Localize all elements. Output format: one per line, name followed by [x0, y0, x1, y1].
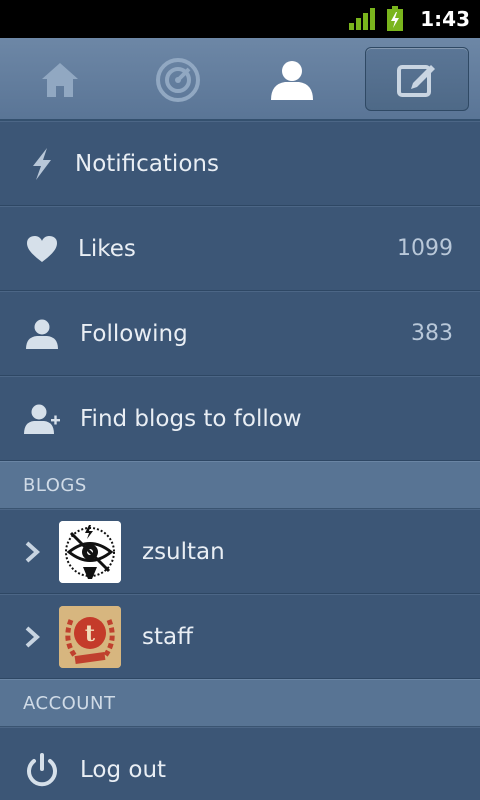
likes-label: Likes: [78, 235, 136, 262]
power-icon: [22, 750, 62, 790]
svg-text:t: t: [85, 621, 96, 647]
blog-item-zsultan[interactable]: zsultan: [0, 509, 480, 594]
battery-icon: [387, 6, 404, 31]
notifications-item[interactable]: Notifications: [0, 121, 480, 206]
add-person-icon: [22, 399, 62, 439]
following-count: 383: [411, 321, 453, 346]
chevron-right-icon[interactable]: [22, 540, 42, 564]
following-item[interactable]: Following 383: [0, 291, 480, 376]
blog-name: staff: [142, 623, 193, 650]
compose-icon: [397, 65, 435, 97]
signal-icon: [349, 8, 376, 30]
tumblr-t-avatar: t: [59, 605, 121, 668]
find-blogs-label: Find blogs to follow: [80, 405, 302, 432]
home-icon: [42, 62, 78, 97]
compose-button[interactable]: [365, 47, 469, 111]
account-section-header: ACCOUNT: [0, 679, 480, 727]
account-icon: [271, 60, 313, 100]
likes-item[interactable]: Likes 1099: [0, 206, 480, 291]
following-label: Following: [80, 320, 188, 347]
lightning-icon: [22, 144, 62, 184]
logout-label: Log out: [80, 756, 167, 783]
home-tab[interactable]: [20, 38, 100, 121]
eye-avatar: [59, 520, 121, 583]
blogs-section-header: BLOGS: [0, 461, 480, 509]
heart-icon: [22, 229, 62, 269]
logout-item[interactable]: Log out: [0, 727, 480, 800]
explore-icon: [156, 57, 200, 102]
account-tab[interactable]: [252, 38, 332, 121]
status-bar: 1:43: [0, 0, 480, 38]
nav-bar: [0, 38, 480, 121]
blog-item-staff[interactable]: t staff: [0, 594, 480, 679]
likes-count: 1099: [397, 236, 453, 261]
menu-list: Notifications Likes 1099 Following 383 F…: [0, 121, 480, 800]
notifications-label: Notifications: [75, 150, 219, 177]
chevron-right-icon[interactable]: [22, 625, 42, 649]
status-time: 1:43: [420, 7, 470, 31]
find-blogs-item[interactable]: Find blogs to follow: [0, 376, 480, 461]
person-icon: [22, 314, 62, 354]
explore-tab[interactable]: [138, 38, 218, 121]
blog-name: zsultan: [142, 538, 225, 565]
